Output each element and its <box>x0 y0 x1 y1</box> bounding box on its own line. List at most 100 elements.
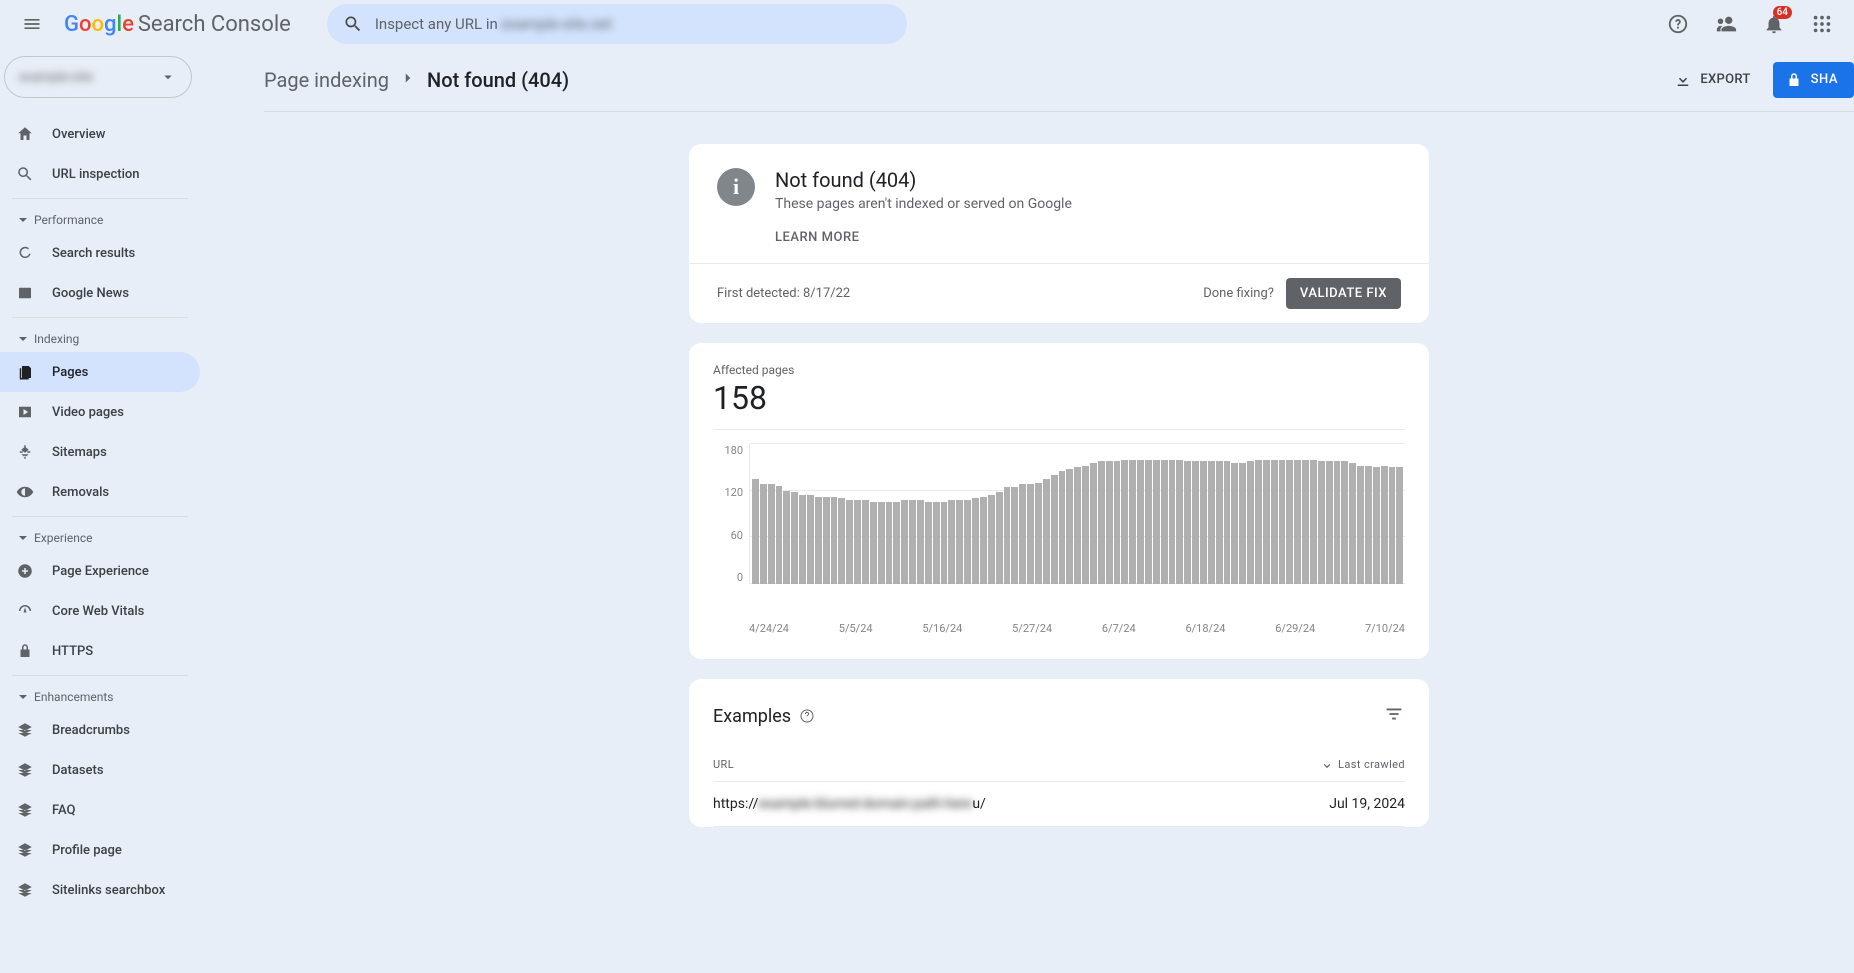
chart-bar <box>1043 479 1050 584</box>
sitemap-icon <box>16 443 34 461</box>
chart-bar <box>1365 466 1372 584</box>
chart-bar <box>1271 460 1278 584</box>
home-icon <box>16 125 34 143</box>
section-indexing[interactable]: Indexing <box>0 322 200 352</box>
chevron-down-icon <box>18 215 28 225</box>
menu-button[interactable] <box>12 4 52 44</box>
chart-bar <box>1090 463 1097 584</box>
chart-value: 158 <box>713 379 1405 417</box>
chart-bar <box>972 498 979 584</box>
table-header: URL Last crawled <box>713 757 1405 782</box>
chart-bar <box>1169 460 1176 584</box>
col-last-crawled[interactable]: Last crawled <box>1320 757 1405 771</box>
done-fixing-label: Done fixing? <box>1203 286 1274 301</box>
nav-pages[interactable]: Pages <box>0 352 200 392</box>
chart-bar <box>791 492 798 584</box>
chart-bar <box>1318 461 1325 584</box>
chart-bar <box>768 484 775 584</box>
chart-bar <box>1247 461 1254 584</box>
chart-bar <box>1239 463 1246 584</box>
nav-faq[interactable]: FAQ <box>0 790 200 830</box>
table-row[interactable]: https://example-blurred-domain-path-here… <box>713 782 1405 827</box>
nav-overview[interactable]: Overview <box>0 114 200 154</box>
menu-icon <box>22 14 42 34</box>
section-enhancements[interactable]: Enhancements <box>0 680 200 710</box>
nav-breadcrumbs[interactable]: Breadcrumbs <box>0 710 200 750</box>
chart-bar <box>846 500 853 584</box>
nav-removals[interactable]: Removals <box>0 472 200 512</box>
chart-bar <box>909 500 916 584</box>
nav-video-pages[interactable]: Video pages <box>0 392 200 432</box>
share-button[interactable]: SHA <box>1773 62 1854 98</box>
row-date: Jul 19, 2024 <box>1329 796 1405 812</box>
nav-sitemaps[interactable]: Sitemaps <box>0 432 200 472</box>
row-url: https://example-blurred-domain-path-here… <box>713 796 1329 812</box>
chart-bar <box>1145 460 1152 584</box>
nav-search-results[interactable]: Search results <box>0 233 200 273</box>
chart-label: Affected pages <box>713 363 1405 377</box>
speed-icon <box>16 602 34 620</box>
product-name: Search Console <box>138 12 291 37</box>
chart-bar <box>1035 483 1042 584</box>
property-selector[interactable]: example-site <box>4 56 192 98</box>
chart-card: Affected pages 158 180120600 4/24/245/5/… <box>689 343 1429 659</box>
chart-bar <box>1224 461 1231 584</box>
layers-icon <box>16 721 34 739</box>
url-inspect-search[interactable]: Inspect any URL in example-site.net <box>327 4 907 44</box>
people-icon <box>1715 13 1737 35</box>
news-icon <box>16 284 34 302</box>
chart-bar <box>1066 469 1073 584</box>
validate-fix-button[interactable]: VALIDATE FIX <box>1286 278 1401 309</box>
help-button[interactable] <box>1658 4 1698 44</box>
section-performance[interactable]: Performance <box>0 203 200 233</box>
search-icon <box>343 14 363 34</box>
chart-bar <box>925 502 932 584</box>
nav-datasets[interactable]: Datasets <box>0 750 200 790</box>
chart-bar <box>1310 460 1317 584</box>
chart-bar <box>1137 460 1144 584</box>
people-button[interactable] <box>1706 4 1746 44</box>
help-icon[interactable] <box>799 708 815 724</box>
nav-page-experience[interactable]: Page Experience <box>0 551 200 591</box>
chart-bar <box>878 502 885 584</box>
nav-core-web-vitals[interactable]: Core Web Vitals <box>0 591 200 631</box>
nav-url-inspection[interactable]: URL inspection <box>0 154 200 194</box>
notifications-button[interactable]: 64 <box>1754 4 1794 44</box>
apps-icon <box>1811 13 1833 35</box>
filter-button[interactable] <box>1383 703 1405 729</box>
google-g-icon <box>16 244 34 262</box>
section-experience[interactable]: Experience <box>0 521 200 551</box>
nav-profile-page[interactable]: Profile page <box>0 830 200 870</box>
chart-bar <box>1349 463 1356 584</box>
apps-button[interactable] <box>1802 4 1842 44</box>
chart-bar <box>1192 461 1199 584</box>
chart-bar <box>933 502 940 584</box>
chart-bar <box>823 497 830 584</box>
chevron-down-icon <box>18 692 28 702</box>
google-logo: Google <box>64 12 134 37</box>
chart-bar <box>1263 460 1270 584</box>
export-button[interactable]: EXPORT <box>1662 71 1762 89</box>
chart-bar <box>1381 466 1388 584</box>
chevron-down-icon <box>18 533 28 543</box>
removals-icon <box>16 483 34 501</box>
chart-x-axis: 4/24/245/5/245/16/245/27/246/7/246/18/24… <box>749 622 1405 635</box>
video-icon <box>16 403 34 421</box>
breadcrumb-current: Not found (404) <box>427 68 569 92</box>
chart-bar <box>831 497 838 584</box>
chart-bar <box>1334 461 1341 584</box>
chart-bar <box>1027 484 1034 584</box>
plus-circle-icon <box>16 562 34 580</box>
logo[interactable]: Google Search Console <box>64 12 291 37</box>
breadcrumb-parent[interactable]: Page indexing <box>264 68 389 92</box>
download-icon <box>1674 71 1692 89</box>
layers-icon <box>16 801 34 819</box>
nav-sitelinks-searchbox[interactable]: Sitelinks searchbox <box>0 870 200 910</box>
nav-google-news[interactable]: Google News <box>0 273 200 313</box>
examples-card: Examples URL Last crawled https://exampl… <box>689 679 1429 827</box>
learn-more-link[interactable]: LEARN MORE <box>775 230 1072 245</box>
chart-bar <box>1051 475 1058 584</box>
chart-bar <box>893 502 900 584</box>
pages-icon <box>16 363 34 381</box>
nav-https[interactable]: HTTPS <box>0 631 200 671</box>
